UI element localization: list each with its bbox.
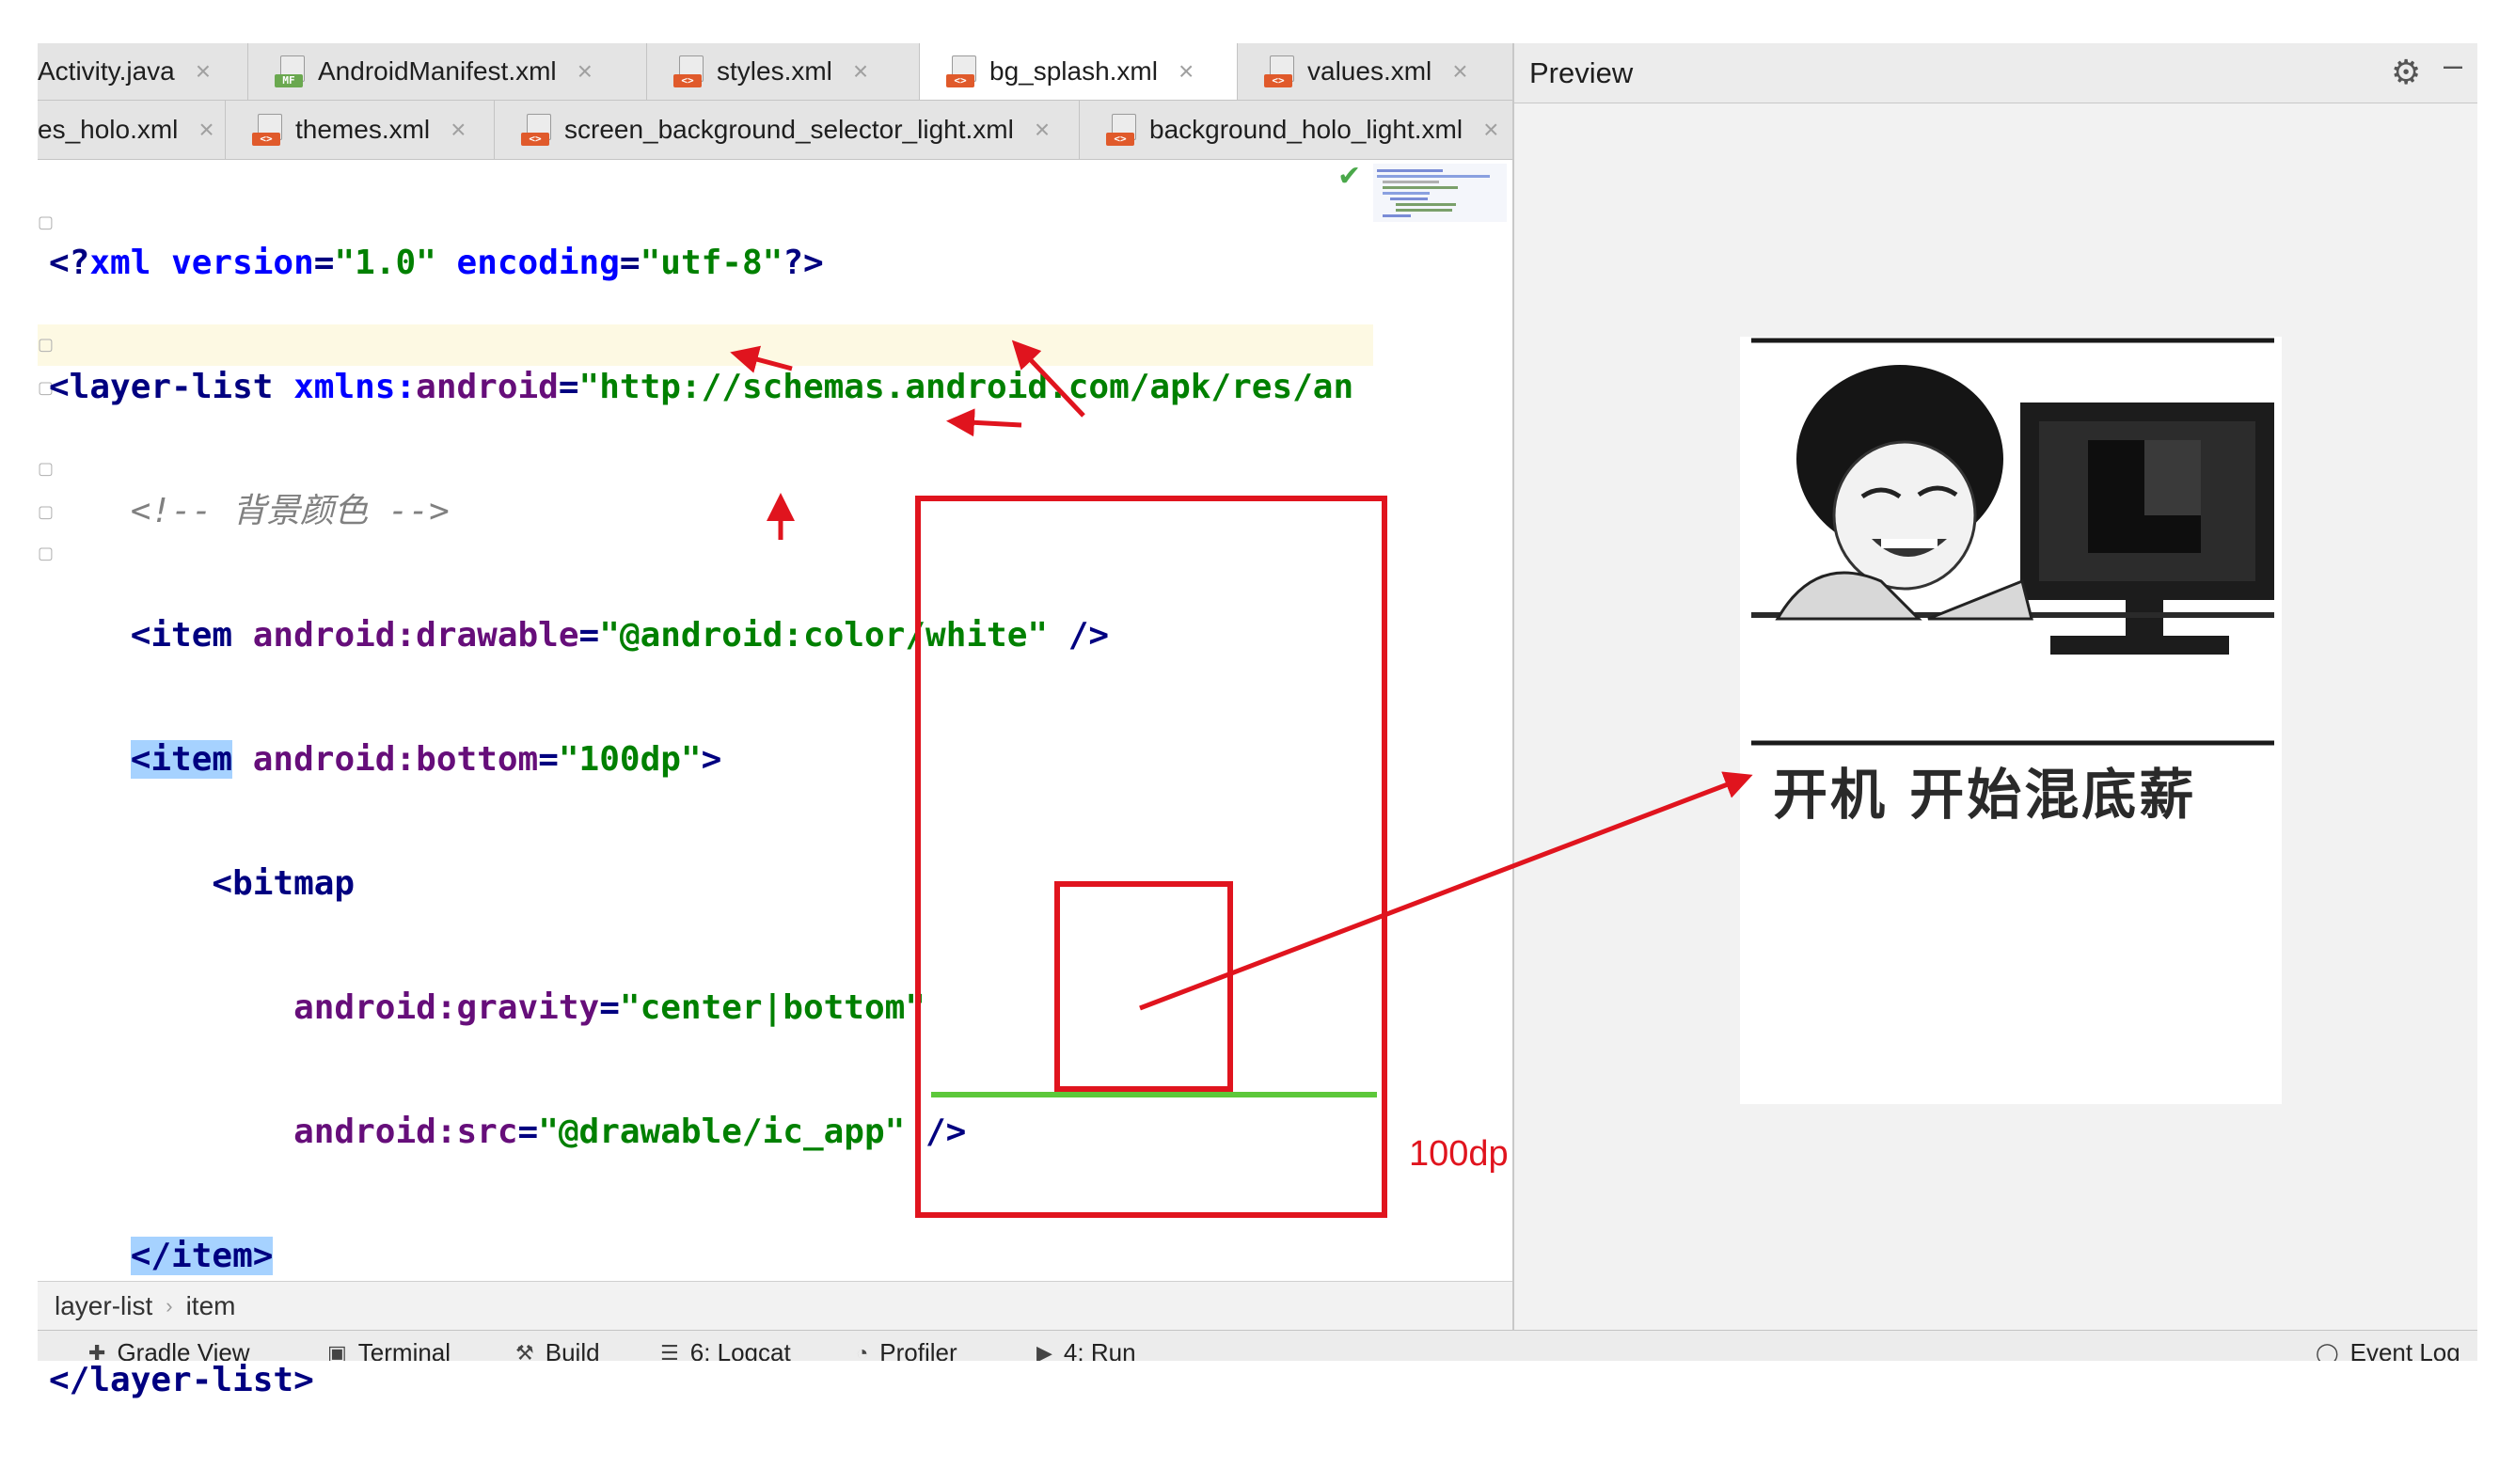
terminal-icon: ▣ <box>327 1340 347 1362</box>
toolbar-build[interactable]: ⚒ Build <box>515 1338 600 1361</box>
screen-outline-box <box>915 496 1387 1218</box>
toolbar-run[interactable]: ▶ 4: Run <box>1036 1338 1136 1361</box>
annotation-arrows <box>730 339 1753 1011</box>
toolbar-profiler[interactable]: ◔ Profiler <box>856 1338 957 1361</box>
event-log-icon: ◯ <box>2316 1340 2339 1362</box>
toolbar-gradle-view[interactable]: ✚ Gradle View <box>88 1338 250 1361</box>
profiler-icon: ◔ <box>856 1340 869 1362</box>
toolbar-event-log[interactable]: ◯ Event Log <box>2316 1338 2460 1361</box>
annotation-100dp-label: 100dp <box>1409 1134 1509 1174</box>
bottom-toolbar: ✚ Gradle View ▣ Terminal ⚒ Build ☰ 6: Logcat… <box>38 1330 2477 1361</box>
plus-icon: ✚ <box>88 1340 106 1362</box>
annotation-overlay <box>730 339 1753 1218</box>
toolbar-terminal[interactable]: ▣ Terminal <box>327 1338 451 1361</box>
toolbar-logcat[interactable]: ☰ 6: Logcat <box>660 1338 791 1361</box>
hammer-icon: ⚒ <box>515 1340 534 1362</box>
run-icon: ▶ <box>1036 1340 1052 1362</box>
icon-outline-box <box>1054 881 1233 1092</box>
logcat-icon: ☰ <box>660 1340 679 1362</box>
